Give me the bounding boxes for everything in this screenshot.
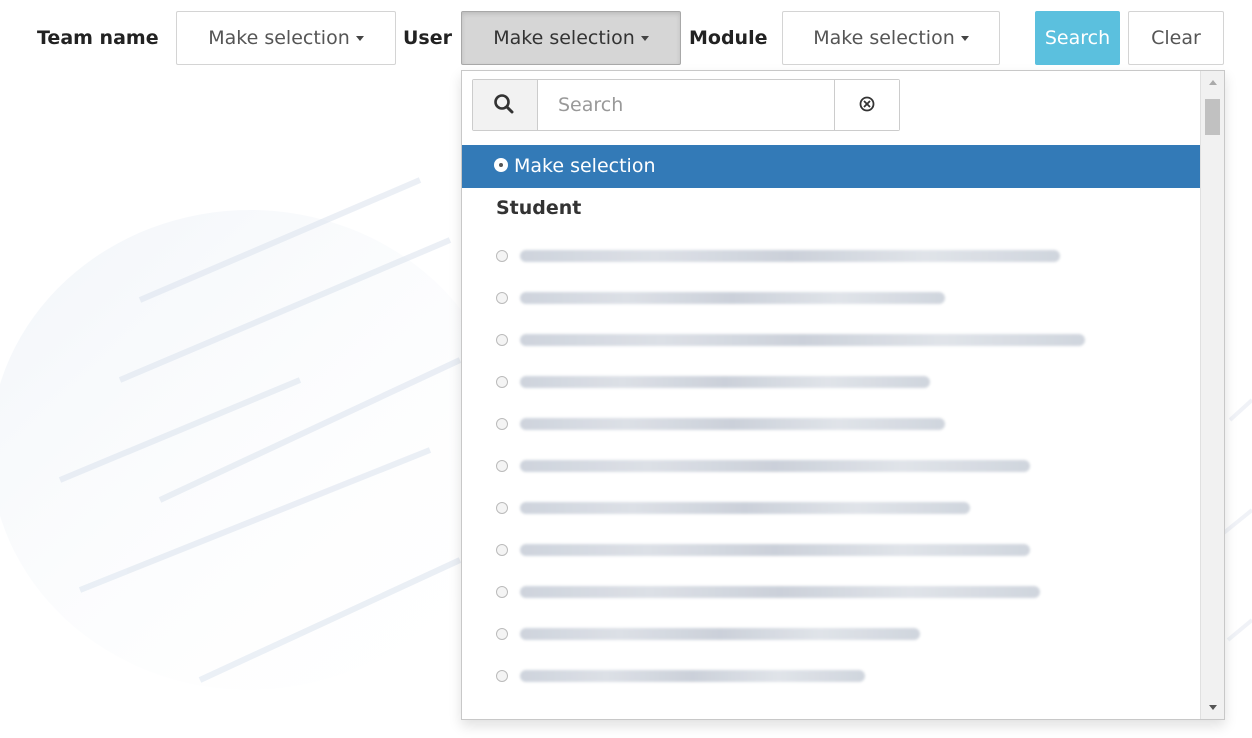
radio-icon [496, 628, 508, 640]
radio-icon [496, 292, 508, 304]
module-label: Module [689, 27, 768, 49]
module-dropdown[interactable]: Make selection [782, 11, 1000, 65]
radio-icon [496, 418, 508, 430]
chevron-down-icon [355, 36, 364, 41]
chevron-down-icon [960, 36, 969, 41]
dropdown-search-box [472, 79, 900, 131]
blurred-option-text [520, 418, 945, 430]
list-item[interactable] [496, 451, 1156, 481]
chevron-down-icon [640, 36, 649, 41]
radio-icon [496, 376, 508, 388]
list-item[interactable] [496, 661, 1156, 691]
blurred-option-text [520, 460, 1030, 472]
scroll-up-button[interactable] [1201, 71, 1224, 93]
scrollbar-thumb[interactable] [1205, 99, 1220, 135]
search-button[interactable]: Search [1035, 11, 1120, 65]
blurred-option-text [520, 292, 945, 304]
list-item[interactable] [496, 325, 1156, 355]
module-value: Make selection [813, 27, 955, 49]
clear-circle-icon [859, 96, 875, 112]
user-dropdown[interactable]: Make selection [461, 11, 681, 65]
blurred-option-text [520, 586, 1040, 598]
option-make-selection[interactable]: Make selection [462, 145, 1200, 188]
clear-button[interactable]: Clear [1128, 11, 1224, 65]
team-name-label: Team name [37, 27, 159, 49]
scroll-down-icon [1209, 705, 1217, 710]
list-item[interactable] [496, 409, 1156, 439]
blurred-option-text [520, 376, 930, 388]
blurred-option-text [520, 670, 865, 682]
user-dropdown-menu: Make selection Student [461, 70, 1225, 720]
radio-icon [496, 250, 508, 262]
team-name-dropdown[interactable]: Make selection [176, 11, 396, 65]
blurred-option-text [520, 334, 1085, 346]
filter-bar: Team name Make selection User Make selec… [0, 0, 1252, 80]
list-item[interactable] [496, 493, 1156, 523]
list-item[interactable] [496, 577, 1156, 607]
radio-checked-icon [496, 159, 506, 170]
radio-icon [496, 586, 508, 598]
radio-icon [496, 502, 508, 514]
radio-icon [496, 460, 508, 472]
user-value: Make selection [493, 27, 635, 49]
blurred-option-text [520, 250, 1060, 262]
user-label: User [403, 27, 452, 49]
scroll-down-button[interactable] [1201, 697, 1224, 719]
dropdown-search-input[interactable] [538, 80, 834, 130]
radio-icon [496, 334, 508, 346]
list-item[interactable] [496, 535, 1156, 565]
search-addon [473, 80, 538, 130]
list-item[interactable] [496, 283, 1156, 313]
list-item[interactable] [496, 241, 1156, 271]
magnifier-icon [494, 94, 514, 114]
scroll-up-icon [1209, 80, 1217, 85]
option-label: Make selection [514, 155, 656, 177]
team-name-value: Make selection [208, 27, 350, 49]
blurred-option-text [520, 544, 1030, 556]
list-item[interactable] [496, 619, 1156, 649]
list-item[interactable] [496, 367, 1156, 397]
radio-icon [496, 544, 508, 556]
blurred-option-text [520, 628, 920, 640]
dropdown-scrollbar[interactable] [1200, 71, 1224, 719]
option-group-header: Student [496, 197, 582, 219]
clear-search-button[interactable] [834, 80, 899, 130]
blurred-option-text [520, 502, 970, 514]
radio-icon [496, 670, 508, 682]
